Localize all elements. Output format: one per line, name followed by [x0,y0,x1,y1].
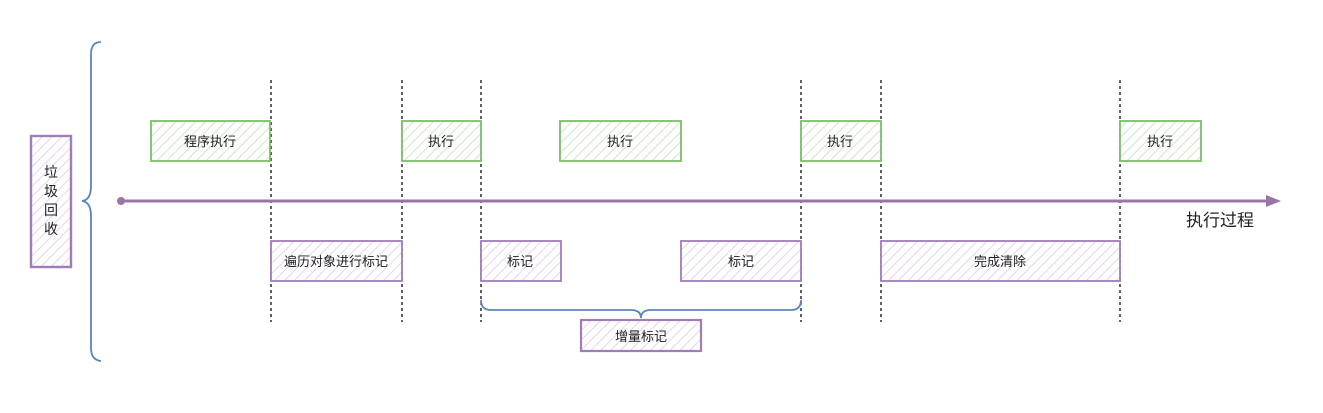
gc-box: 完成清除 [880,240,1121,282]
program-box-label: 执行 [607,135,633,150]
gc-box-label: 标记 [507,255,533,270]
program-box-label: 程序执行 [184,135,236,150]
program-box: 执行 [401,120,482,162]
program-box-label: 执行 [827,135,853,150]
side-label-char: 收 [44,222,58,238]
gc-box-label: 标记 [728,255,754,270]
gc-box-label: 遍历对象进行标记 [284,254,388,270]
program-box-label: 执行 [428,135,454,150]
program-box: 执行 [559,120,682,162]
timeline-axis: 执行过程 [117,195,1281,231]
left-brace-icon [81,41,102,362]
incremental-label: 增量标记 [615,330,667,345]
axis-start-dot [117,197,125,205]
incremental-brace-icon [480,299,802,319]
side-label-char: 回 [44,203,58,219]
program-box: 执行 [1119,120,1202,162]
side-label-char: 垃 [44,165,58,181]
program-box: 执行 [800,120,882,162]
axis-label: 执行过程 [1186,211,1254,231]
gc-box: 遍历对象进行标记 [270,240,403,282]
gc-timeline-diagram: 垃 圾 回 收 执行过程 程序执行 执行 执行 执行 执行 遍历对象进行标记 标… [29,41,1281,362]
axis-arrow-icon [1266,195,1281,207]
diagram-stage: 垃 圾 回 收 执行过程 程序执行 执行 执行 执行 执行 遍历对象进行标记 标… [0,0,1323,413]
gc-phase-row: 遍历对象进行标记 标记 标记 完成清除 [270,240,1121,282]
program-box-label: 执行 [1147,135,1173,150]
incremental-label-box: 增量标记 [579,318,703,353]
program-execution-row: 程序执行 执行 执行 执行 执行 [150,120,1202,162]
side-label-box: 垃 圾 回 收 [29,134,73,269]
gc-box: 标记 [480,240,562,282]
gc-box-label: 完成清除 [974,255,1026,270]
side-label-char: 圾 [44,184,58,200]
gc-box: 标记 [680,240,802,282]
program-box: 程序执行 [150,120,271,162]
